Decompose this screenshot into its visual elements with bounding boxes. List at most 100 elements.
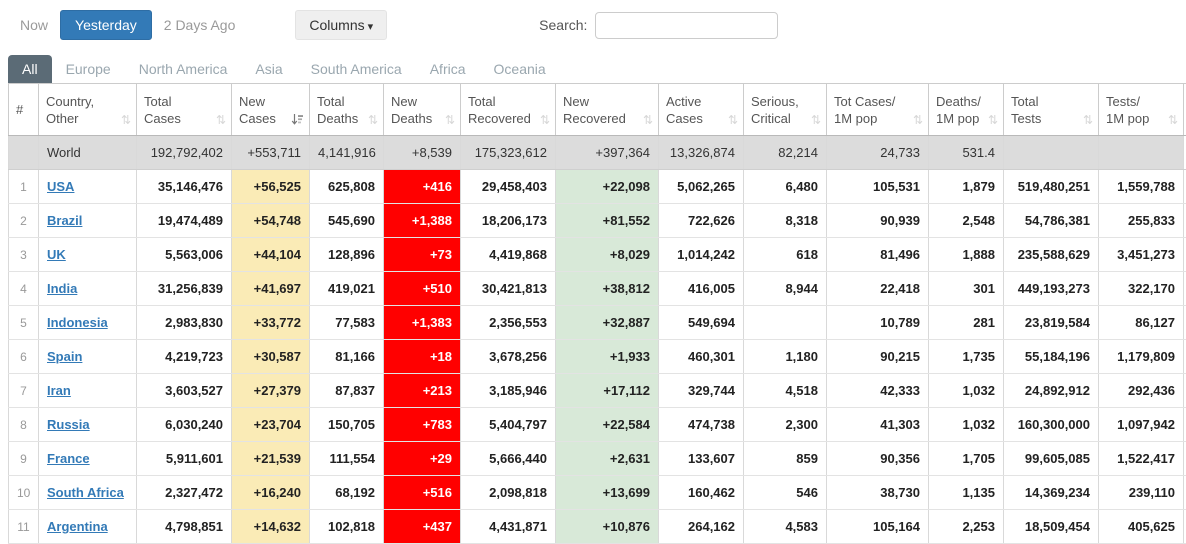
cell-tests-per-1m: 255,833	[1099, 204, 1184, 238]
columns-dropdown-button[interactable]: Columns▾	[295, 10, 387, 40]
col-header-deaths-per-1m[interactable]: Deaths/1M pop⇅	[929, 84, 1004, 136]
table-row: 3UK5,563,006+44,104128,896+734,419,868+8…	[9, 238, 1186, 272]
cell-tests-per-1m	[1099, 136, 1184, 170]
sort-icon: ⇅	[445, 114, 455, 126]
tab-europe[interactable]: Europe	[52, 55, 125, 83]
country-link[interactable]: Brazil	[47, 213, 82, 228]
country-link[interactable]: Iran	[47, 383, 71, 398]
header-row: #Country,Other⇅TotalCases⇅NewCasesTotalD…	[9, 84, 1186, 136]
country-link[interactable]: UK	[47, 247, 66, 262]
cell-cases-per-1m: 105,531	[827, 170, 929, 204]
columns-dropdown-label: Columns	[309, 17, 364, 33]
cell-tests-per-1m: 322,170	[1099, 272, 1184, 306]
tab-oceania[interactable]: Oceania	[480, 55, 560, 83]
cell-country: USA	[39, 170, 137, 204]
cell-total-deaths: 87,837	[310, 374, 384, 408]
search-input[interactable]	[595, 12, 778, 39]
cell-deaths-per-1m: 2,548	[929, 204, 1004, 238]
cell-cases-per-1m: 81,496	[827, 238, 929, 272]
cell-new-recovered: +22,584	[556, 408, 659, 442]
country-link[interactable]: USA	[47, 179, 74, 194]
cell-total-deaths: 545,690	[310, 204, 384, 238]
cell-total-deaths: 111,554	[310, 442, 384, 476]
cell-new-cases: +27,379	[232, 374, 310, 408]
country-link[interactable]: Russia	[47, 417, 90, 432]
cell-total-recovered: 5,666,440	[461, 442, 556, 476]
cell-new-cases: +30,587	[232, 340, 310, 374]
yesterday-button[interactable]: Yesterday	[60, 10, 152, 40]
col-header-total-recovered[interactable]: TotalRecovered⇅	[461, 84, 556, 136]
col-header-new-deaths[interactable]: NewDeaths⇅	[384, 84, 461, 136]
col-header-tests-per-1m[interactable]: Tests/1M pop⇅	[1099, 84, 1184, 136]
two-days-ago-button[interactable]: 2 Days Ago	[152, 11, 248, 39]
table-row: 2Brazil19,474,489+54,748545,690+1,38818,…	[9, 204, 1186, 238]
col-header-new-cases[interactable]: NewCases	[232, 84, 310, 136]
country-link[interactable]: South Africa	[47, 485, 124, 500]
cell-new-deaths: +510	[384, 272, 461, 306]
tab-south-america[interactable]: South America	[297, 55, 416, 83]
cell-total-recovered: 4,431,871	[461, 510, 556, 544]
cell-country: World	[39, 136, 137, 170]
cell-total-cases: 2,327,472	[137, 476, 232, 510]
cell-cases-per-1m: 42,333	[827, 374, 929, 408]
col-header-total-tests[interactable]: TotalTests⇅	[1004, 84, 1099, 136]
cell-tests-per-1m: 1,559,788	[1099, 170, 1184, 204]
tab-africa[interactable]: Africa	[416, 55, 480, 83]
cell-country: Iran	[39, 374, 137, 408]
cell-cases-per-1m: 22,418	[827, 272, 929, 306]
cell-total-tests: 160,300,000	[1004, 408, 1099, 442]
cell-country: Russia	[39, 408, 137, 442]
col-header-serious-critical[interactable]: Serious,Critical⇅	[744, 84, 827, 136]
col-header-total-deaths[interactable]: TotalDeaths⇅	[310, 84, 384, 136]
cell-new-deaths: +1,388	[384, 204, 461, 238]
cell-serious-critical: 546	[744, 476, 827, 510]
cell-active-cases: 460,301	[659, 340, 744, 374]
sort-icon: ⇅	[913, 114, 923, 126]
country-link[interactable]: Spain	[47, 349, 82, 364]
sort-desc-icon	[291, 113, 304, 128]
cell-deaths-per-1m: 2,253	[929, 510, 1004, 544]
col-header-new-recovered[interactable]: NewRecovered⇅	[556, 84, 659, 136]
cell-total-recovered: 5,404,797	[461, 408, 556, 442]
cell-new-recovered: +38,812	[556, 272, 659, 306]
cell-new-recovered: +13,699	[556, 476, 659, 510]
table-body: World192,792,402+553,7114,141,916+8,5391…	[9, 136, 1186, 544]
cell-country: UK	[39, 238, 137, 272]
col-header-total-cases[interactable]: TotalCases⇅	[137, 84, 232, 136]
country-link[interactable]: France	[47, 451, 90, 466]
col-header-country[interactable]: Country,Other⇅	[39, 84, 137, 136]
cell-active-cases: 13,326,874	[659, 136, 744, 170]
cell-total-recovered: 3,678,256	[461, 340, 556, 374]
cell-total-deaths: 102,818	[310, 510, 384, 544]
table-row: 1USA35,146,476+56,525625,808+41629,458,4…	[9, 170, 1186, 204]
cell-new-recovered: +8,029	[556, 238, 659, 272]
now-button[interactable]: Now	[8, 11, 60, 39]
cell-new-recovered: +17,112	[556, 374, 659, 408]
cell-country: Indonesia	[39, 306, 137, 340]
cell-total-tests: 519,480,251	[1004, 170, 1099, 204]
cell-deaths-per-1m: 1,879	[929, 170, 1004, 204]
country-link[interactable]: Indonesia	[47, 315, 108, 330]
cell-rank: 1	[9, 170, 39, 204]
tab-asia[interactable]: Asia	[241, 55, 296, 83]
col-header-cases-per-1m[interactable]: Tot Cases/1M pop⇅	[827, 84, 929, 136]
cell-active-cases: 133,607	[659, 442, 744, 476]
cell-total-deaths: 128,896	[310, 238, 384, 272]
tab-all[interactable]: All	[8, 55, 52, 83]
country-link[interactable]: India	[47, 281, 77, 296]
covid-stats-table: #Country,Other⇅TotalCases⇅NewCasesTotalD…	[8, 83, 1186, 544]
cell-active-cases: 329,744	[659, 374, 744, 408]
cell-serious-critical: 859	[744, 442, 827, 476]
cell-rank	[9, 136, 39, 170]
cell-cases-per-1m: 90,215	[827, 340, 929, 374]
cell-total-tests: 55,184,196	[1004, 340, 1099, 374]
table-row: 8Russia6,030,240+23,704150,705+7835,404,…	[9, 408, 1186, 442]
tab-north-america[interactable]: North America	[125, 55, 242, 83]
cell-new-cases: +553,711	[232, 136, 310, 170]
cell-rank: 4	[9, 272, 39, 306]
cell-total-cases: 4,798,851	[137, 510, 232, 544]
col-header-active-cases[interactable]: ActiveCases⇅	[659, 84, 744, 136]
cell-total-deaths: 77,583	[310, 306, 384, 340]
country-link[interactable]: Argentina	[47, 519, 108, 534]
cell-cases-per-1m: 38,730	[827, 476, 929, 510]
